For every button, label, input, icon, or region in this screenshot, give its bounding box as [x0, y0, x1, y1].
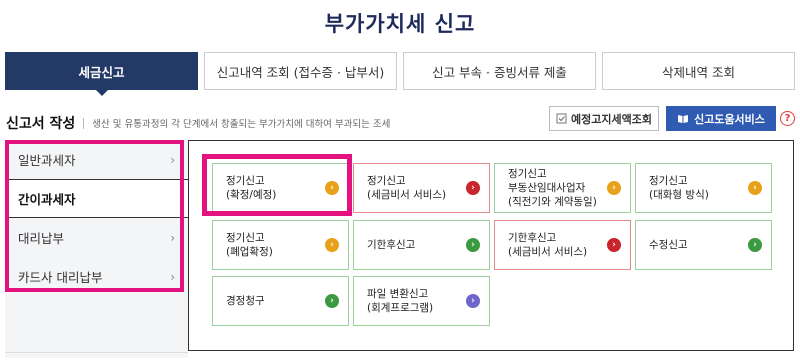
- arrow-right-icon: ›: [466, 181, 480, 195]
- sidebar-item-label: 간이과세자: [18, 192, 76, 207]
- sidebar-item-card-proxy-payment[interactable]: 카드사 대리납부 ›: [5, 257, 188, 296]
- book-icon: [678, 114, 689, 123]
- card-label: 정기신고 (대화형 방식): [649, 175, 709, 201]
- card-label: 수정신고: [649, 239, 688, 251]
- sidebar-item-simplified-taxpayer[interactable]: 간이과세자: [5, 179, 188, 218]
- section-header: 신고서 작성 생산 및 유통과정의 각 단계에서 창출되는 부가가치에 대하여 …: [6, 113, 390, 133]
- chevron-right-icon: ›: [170, 230, 175, 245]
- arrow-right-icon: ›: [607, 238, 621, 252]
- arrow-right-icon: ›: [466, 294, 480, 308]
- card-label: 경정청구: [226, 295, 265, 307]
- card-regular-filing-closure[interactable]: 정기신고 (폐업확정) ›: [212, 220, 349, 270]
- card-amended-filing[interactable]: 수정신고 ›: [635, 220, 772, 270]
- page-title: 부가가치세 신고: [324, 12, 476, 36]
- arrow-right-icon: ›: [607, 181, 621, 195]
- tab-tax-filing[interactable]: 세금신고: [5, 52, 198, 96]
- sidebar-item-proxy-payment[interactable]: 대리납부 ›: [5, 218, 188, 257]
- card-label: 정기신고 (확정/예정): [226, 175, 277, 201]
- tab-supporting-docs[interactable]: 신고 부속 · 증빙서류 제출: [403, 52, 596, 90]
- arrow-right-icon: ›: [466, 238, 480, 252]
- card-regular-filing-final[interactable]: 정기신고 (확정/예정) ›: [212, 163, 349, 213]
- card-regular-filing-real-estate[interactable]: 정기신고 부동산임대사업자 (직전기와 계약동일) ›: [494, 163, 631, 213]
- estimated-tax-inquiry-button[interactable]: 예정고지세액조회: [549, 106, 659, 131]
- card-regular-filing-tax-secretary[interactable]: 정기신고 (세금비서 서비스) ›: [353, 163, 490, 213]
- sidebar-item-general-taxpayer[interactable]: 일반과세자 ›: [5, 140, 188, 179]
- arrow-right-icon: ›: [325, 238, 339, 252]
- arrow-right-icon: ›: [748, 181, 762, 195]
- card-late-filing-tax-secretary[interactable]: 기한후신고 (세금비서 서비스) ›: [494, 220, 631, 270]
- card-label: 정기신고 (세금비서 서비스): [367, 175, 447, 201]
- card-late-filing[interactable]: 기한후신고 ›: [353, 220, 490, 270]
- section-description: 생산 및 유통과정의 각 단계에서 창출되는 부가가치에 대하여 부과되는 조세: [92, 119, 391, 130]
- document-check-icon: [556, 113, 567, 124]
- card-label: 파일 변환신고 (회계프로그램): [367, 288, 434, 314]
- card-label: 기한후신고: [367, 239, 416, 251]
- card-label: 정기신고 (폐업확정): [226, 232, 273, 258]
- chevron-right-icon: ›: [170, 152, 175, 167]
- card-label: 정기신고 부동산임대사업자 (직전기와 계약동일): [508, 168, 597, 208]
- card-file-conversion-filing[interactable]: 파일 변환신고 (회계프로그램) ›: [353, 276, 490, 326]
- card-label: 기한후신고 (세금비서 서비스): [508, 232, 588, 258]
- filing-help-service-label: 신고도움서비스: [694, 112, 765, 126]
- sidebar-item-label: 대리납부: [18, 231, 65, 246]
- card-regular-filing-interactive[interactable]: 정기신고 (대화형 방식) ›: [635, 163, 772, 213]
- sidebar-item-label: 카드사 대리납부: [18, 270, 103, 285]
- arrow-right-icon: ›: [325, 181, 339, 195]
- sidebar-item-label: 일반과세자: [18, 153, 76, 168]
- section-title: 신고서 작성: [6, 116, 76, 132]
- taxpayer-type-sidebar: 일반과세자 › 간이과세자 대리납부 › 카드사 대리납부 ›: [5, 140, 188, 358]
- filing-help-service-button[interactable]: 신고도움서비스: [666, 106, 776, 131]
- main-tabs: 세금신고 신고내역 조회 (접수증 · 납부서) 신고 부속 · 증빙서류 제출…: [5, 52, 795, 96]
- tab-filing-history[interactable]: 신고내역 조회 (접수증 · 납부서): [204, 52, 397, 90]
- estimated-tax-inquiry-label: 예정고지세액조회: [571, 112, 652, 126]
- arrow-right-icon: ›: [325, 294, 339, 308]
- help-question-icon[interactable]: ?: [780, 111, 795, 126]
- sidebar-bottom-divider: [5, 352, 188, 353]
- chevron-right-icon: ›: [170, 269, 175, 284]
- tab-deleted-history[interactable]: 삭제내역 조회: [602, 52, 795, 90]
- card-correction-claim[interactable]: 경정청구 ›: [212, 276, 349, 326]
- arrow-right-icon: ›: [748, 238, 762, 252]
- section-divider: [83, 117, 85, 129]
